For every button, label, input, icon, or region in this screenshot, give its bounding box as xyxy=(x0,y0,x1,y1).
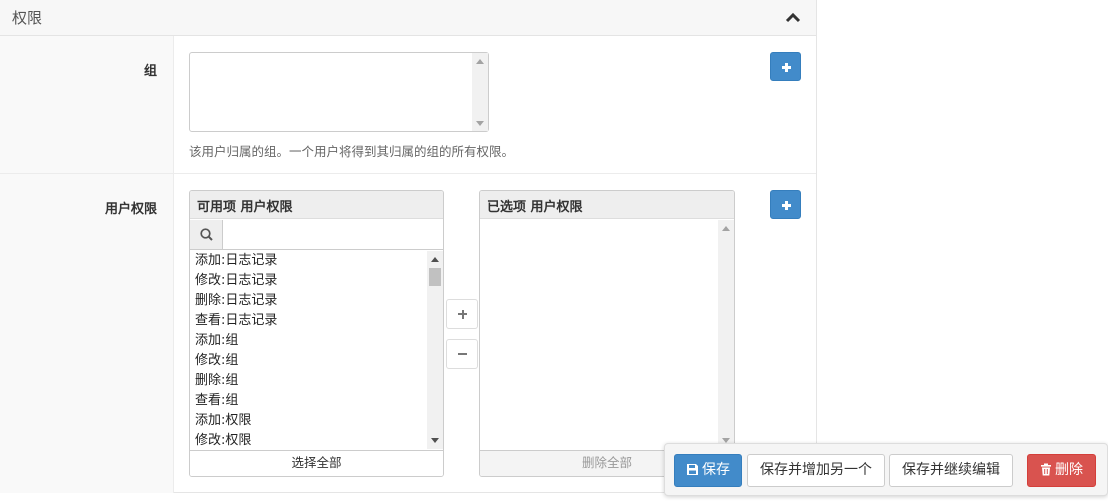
groups-help-text: 该用户归属的组。一个用户将得到其归属的组的所有权限。 xyxy=(189,144,515,159)
chosen-scrollbar[interactable] xyxy=(718,220,734,449)
permission-filter xyxy=(190,220,443,250)
list-item[interactable]: 修改:权限 xyxy=(190,431,443,449)
panel-title: 权限 xyxy=(12,9,43,27)
permissions-panel: 权限 组 该用户归属的组。一个用户将得到其归属的组的所有权限。 用户权限 可用项… xyxy=(0,0,817,493)
choose-all-button[interactable]: 选择全部 xyxy=(190,450,443,476)
scroll-thumb[interactable] xyxy=(429,268,441,286)
scroll-up-icon[interactable] xyxy=(431,257,439,262)
panel-header: 权限 xyxy=(0,0,816,36)
delete-button[interactable]: 删除 xyxy=(1027,454,1096,487)
available-permissions-list[interactable]: 添加:日志记录 修改:日志记录 删除:日志记录 查看:日志记录 添加:组 修改:… xyxy=(190,251,443,449)
scroll-up-icon[interactable] xyxy=(722,226,730,231)
scroll-down-icon[interactable] xyxy=(476,121,484,126)
list-item[interactable]: 查看:日志记录 xyxy=(190,311,443,331)
list-item[interactable]: 添加:组 xyxy=(190,331,443,351)
form-actions-bar: 保存 保存并增加另一个 保存并继续编辑 删除 xyxy=(664,443,1108,496)
groups-label: 组 xyxy=(143,64,157,79)
groups-scrollbar[interactable] xyxy=(472,53,488,131)
save-and-continue-button[interactable]: 保存并继续编辑 xyxy=(889,454,1013,487)
trash-icon xyxy=(1040,457,1052,488)
available-permissions-title: 可用项 用户权限 xyxy=(190,191,443,219)
add-permission-button[interactable] xyxy=(770,190,801,219)
save-button[interactable]: 保存 xyxy=(674,454,742,487)
available-permissions-box: 可用项 用户权限 添加:日志记录 修改:日志记录 删除:日志记录 查看:日志记录… xyxy=(189,190,444,477)
list-item[interactable]: 修改:日志记录 xyxy=(190,271,443,291)
groups-row: 组 该用户归属的组。一个用户将得到其归属的组的所有权限。 xyxy=(0,36,816,174)
chosen-permissions-list[interactable] xyxy=(480,220,734,449)
list-item[interactable]: 查看:组 xyxy=(190,391,443,411)
list-item[interactable]: 删除:组 xyxy=(190,371,443,391)
floppy-icon xyxy=(686,457,699,488)
scroll-down-icon[interactable] xyxy=(431,438,439,443)
list-item[interactable]: 删除:日志记录 xyxy=(190,291,443,311)
add-selected-button[interactable] xyxy=(446,299,478,329)
permission-filter-input[interactable] xyxy=(224,220,443,249)
scroll-up-icon[interactable] xyxy=(476,59,484,64)
available-scrollbar[interactable] xyxy=(427,251,443,449)
list-item[interactable]: 添加:日志记录 xyxy=(190,251,443,271)
chosen-permissions-title: 已选项 用户权限 xyxy=(480,191,734,219)
minus-icon xyxy=(458,353,467,355)
add-group-button[interactable] xyxy=(770,52,801,81)
list-item[interactable]: 添加:权限 xyxy=(190,411,443,431)
chevron-up-icon[interactable] xyxy=(784,9,802,27)
save-and-add-another-button[interactable]: 保存并增加另一个 xyxy=(747,454,885,487)
list-item[interactable]: 修改:组 xyxy=(190,351,443,371)
user-permissions-label: 用户权限 xyxy=(104,202,157,217)
chosen-permissions-box: 已选项 用户权限 删除全部 xyxy=(479,190,735,477)
search-icon xyxy=(190,220,223,249)
remove-selected-button[interactable] xyxy=(446,339,478,369)
groups-select[interactable] xyxy=(189,52,489,132)
